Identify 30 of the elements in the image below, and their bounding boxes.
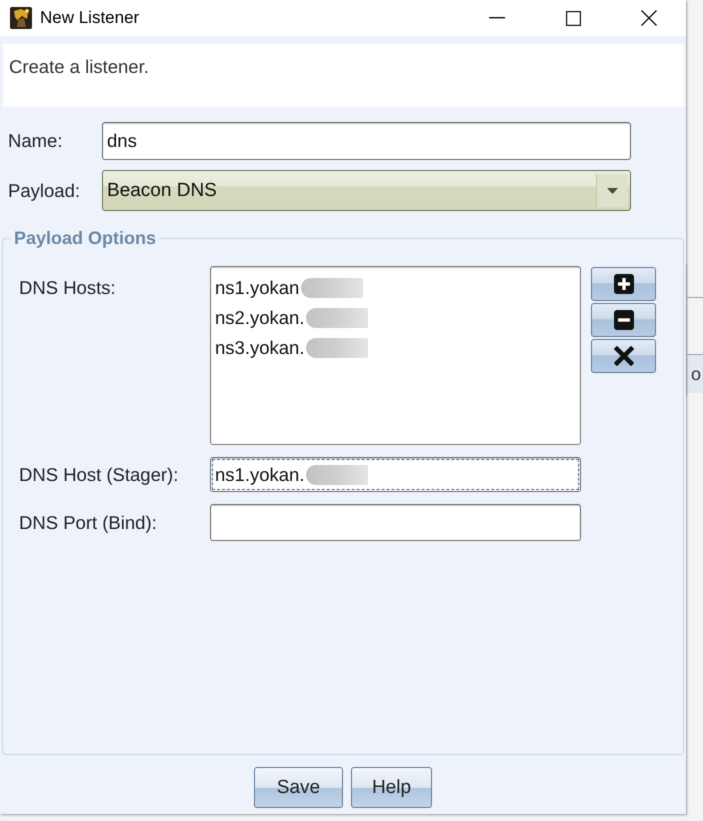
text-field[interactable]: dns — [102, 122, 631, 160]
hosts-list[interactable]: ns1.yokan ns2.yokan. ns3.yokan. — [210, 266, 581, 445]
app-icon — [10, 7, 32, 29]
text-field[interactable]: ns1.yokan. — [210, 457, 581, 492]
plus-icon — [614, 274, 634, 294]
description-text: Create a listener. — [9, 56, 149, 78]
field-label: DNS Port (Bind): — [19, 512, 158, 534]
caret-down-icon — [607, 188, 618, 194]
minimize-icon — [489, 17, 505, 19]
background-window-text: o — [691, 364, 702, 384]
field-label: DNS Host (Stager): — [19, 464, 180, 486]
field-label: Payload: — [7, 180, 81, 202]
x-icon — [614, 346, 634, 366]
remove-button[interactable] — [591, 303, 656, 337]
list-item[interactable]: ns1.yokan — [215, 277, 300, 299]
save-button[interactable]: Save — [254, 767, 343, 808]
close-icon — [641, 10, 657, 26]
window-title: New Listener — [40, 8, 140, 28]
clear-button[interactable] — [591, 339, 656, 373]
list-item[interactable]: ns2.yokan. — [215, 307, 304, 329]
help-button[interactable]: Help — [350, 767, 432, 808]
field-label: Name: — [7, 130, 64, 152]
field-label: DNS Hosts: — [19, 276, 117, 299]
group-title: Payload Options — [13, 228, 158, 248]
text-field[interactable] — [210, 504, 581, 541]
maximize-icon — [566, 10, 580, 26]
payload-dropdown[interactable]: Beacon DNS — [102, 170, 631, 211]
minus-icon — [614, 310, 634, 330]
add-button[interactable] — [591, 267, 656, 301]
list-item[interactable]: ns3.yokan. — [215, 337, 304, 359]
